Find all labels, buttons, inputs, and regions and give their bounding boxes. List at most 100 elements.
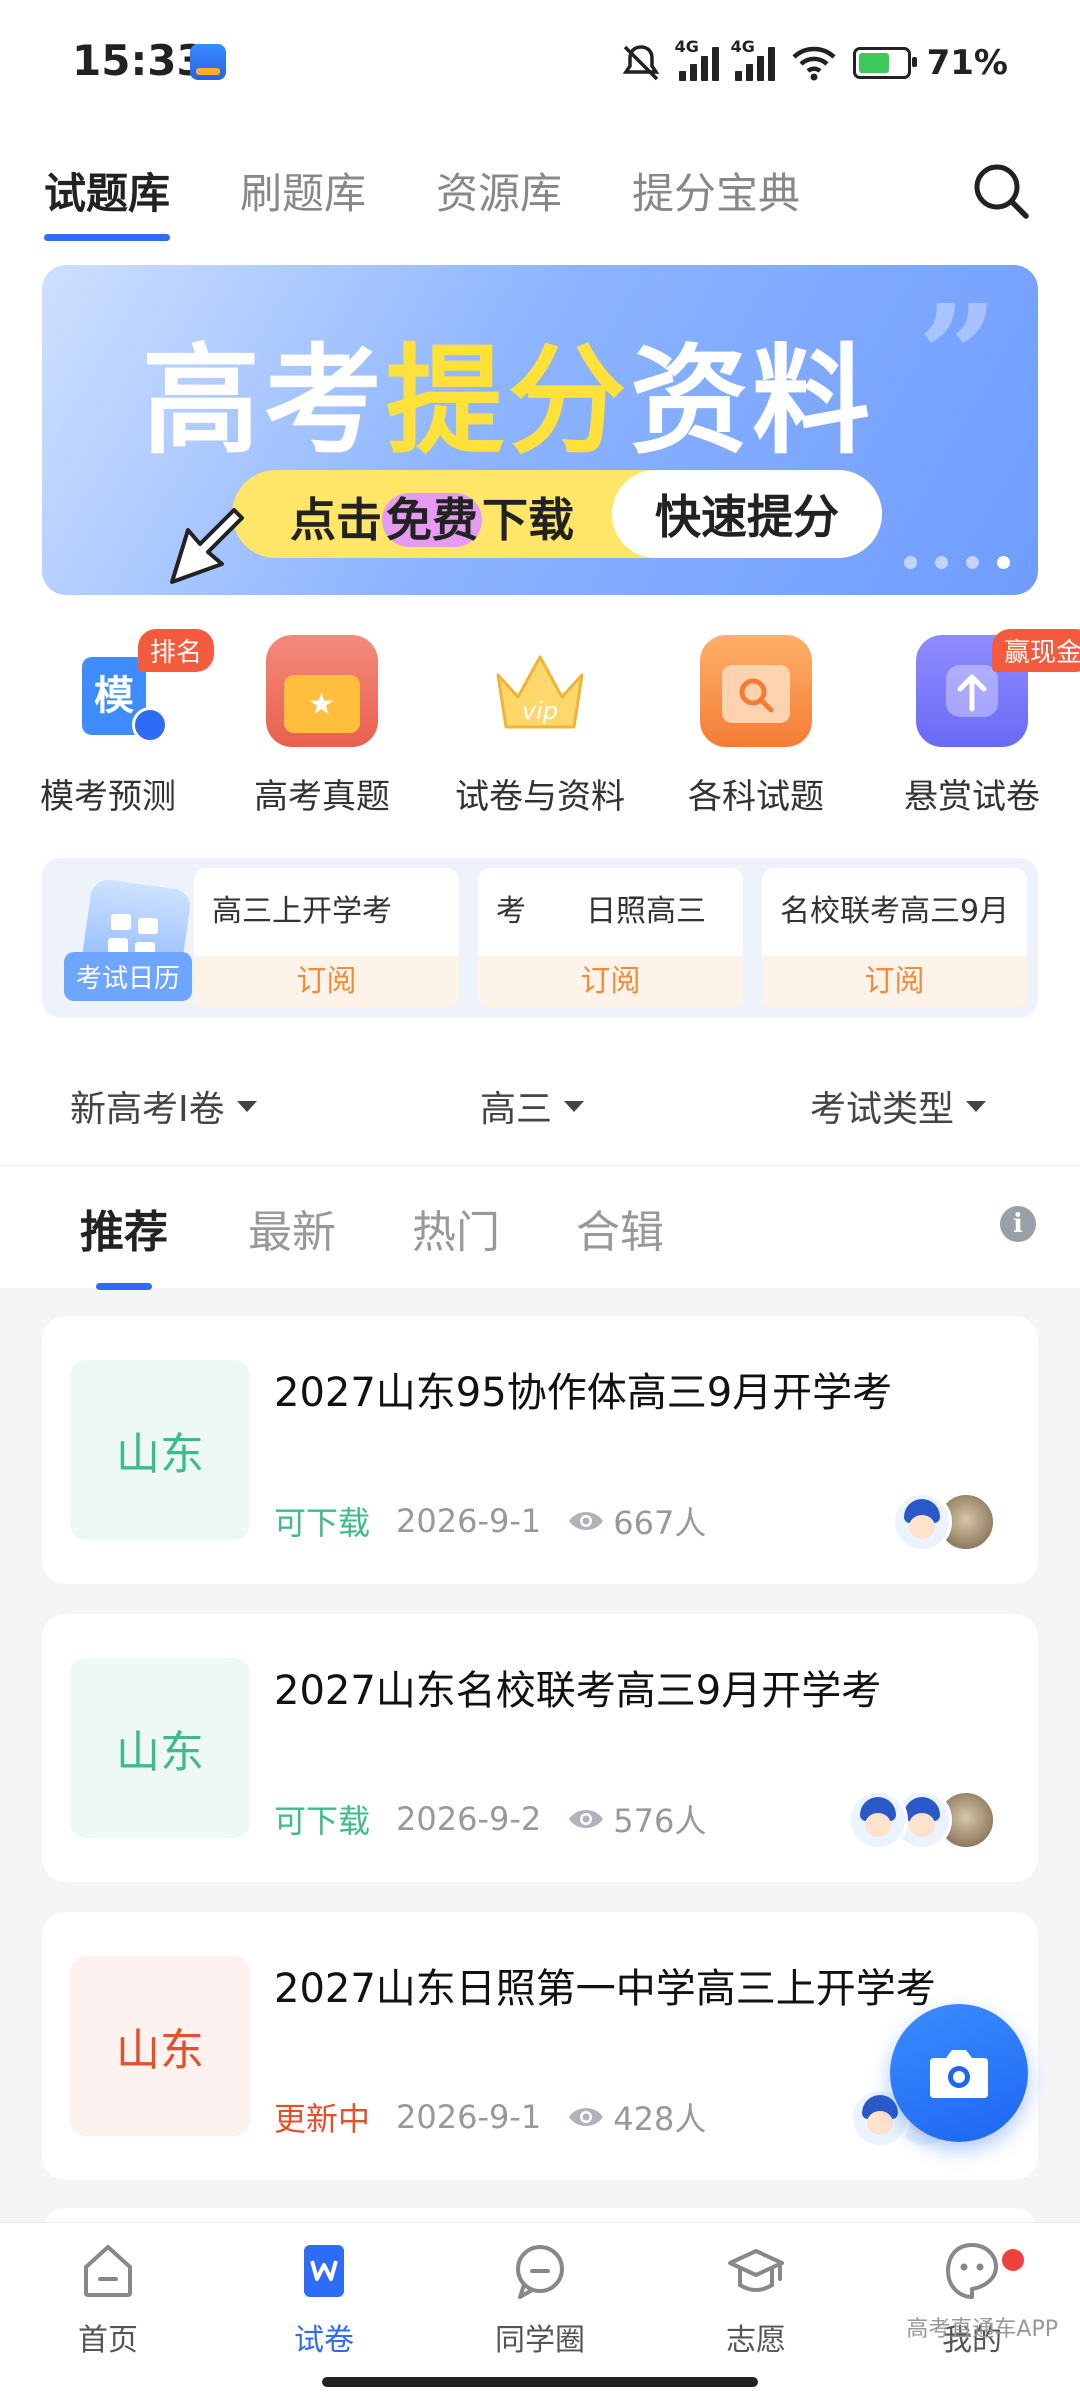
paper-card[interactable]: 山东 2027山东95协作体高三9月开学考 可下载 2026-9-1 667人: [42, 1316, 1038, 1584]
bottom-nav: 首页 试卷 同学圈 志愿 我的 高考直通车APP: [0, 2222, 1080, 2401]
paper-title: 2027山东日照第一中学高三上开学考: [274, 1966, 936, 2012]
filter-exam-region[interactable]: 新高考Ⅰ卷: [70, 1080, 257, 1132]
banner-download-pill[interactable]: 点击免费下载 快速提分: [232, 470, 882, 558]
paper-card[interactable]: 山东 2027山东名校联考高三9月开学考 可下载 2026-9-2 576人: [42, 1614, 1038, 1882]
eye-icon: [569, 1810, 604, 1828]
signal-icon-2: 4G: [731, 37, 775, 81]
paper-date: 2026-9-2: [396, 1800, 542, 1838]
tab-resource-bank[interactable]: 资源库: [436, 160, 562, 241]
quick-item-subjects[interactable]: 各科试题: [656, 635, 856, 818]
calendar-icon[interactable]: 考试日历: [56, 866, 206, 1011]
watermark: 高考直通车APP: [906, 2317, 1058, 2342]
paper-views: 667人: [613, 1504, 707, 1542]
rank-badge: 排名: [138, 629, 215, 672]
camera-search-button[interactable]: [890, 2004, 1028, 2142]
paper-status: 可下载: [274, 1802, 371, 1840]
paper-card[interactable]: 山东 2027山东日照第一中学高三上开学考 更新中 2026-9-1 428人: [42, 1912, 1038, 2180]
quick-item-reward[interactable]: 赢现金 悬赏试卷: [872, 629, 1080, 818]
battery-icon: [852, 47, 917, 79]
nav-label: 同学圈: [495, 2323, 585, 2358]
avatar: [848, 1790, 908, 1850]
paper-status: 可下载: [274, 1504, 371, 1542]
caret-down-icon: [966, 1100, 987, 1112]
province-tag: 山东: [70, 1360, 250, 1540]
tab-recommended[interactable]: 推荐: [80, 1196, 168, 1290]
tab-collection[interactable]: 合辑: [576, 1196, 664, 1260]
paper-meta: 可下载 2026-9-2 576人: [274, 1796, 706, 1842]
calendar-card[interactable]: 考 日照高三 订阅: [478, 868, 743, 1008]
tab-practice-bank[interactable]: 刷题库: [240, 160, 366, 241]
paper-views: 576人: [613, 1802, 707, 1840]
calendar-card-title: 考 日照高三: [496, 894, 706, 929]
avatar: [892, 1492, 952, 1552]
signal-icon-1: 4G: [675, 37, 719, 81]
quote-decoration: ”: [917, 275, 998, 439]
quick-item-real-exam[interactable]: ★ 高考真题: [222, 635, 422, 818]
banner-title: 高考提分资料: [142, 332, 875, 470]
cash-badge: 赢现金: [992, 629, 1080, 672]
content-tabs: 推荐 最新 热门 合辑 i: [0, 1166, 1080, 1290]
paper-status: 更新中: [274, 2100, 371, 2138]
quick-label-mock: 模考预测: [40, 777, 176, 817]
mute-icon: [622, 45, 659, 81]
banner-pagination: [904, 556, 1010, 569]
paper-views: 428人: [613, 2100, 707, 2138]
info-icon[interactable]: i: [1000, 1206, 1036, 1242]
subscribe-button[interactable]: 订阅: [762, 956, 1027, 1008]
filter-bar: 新高考Ⅰ卷 高三 考试类型: [0, 1040, 1080, 1166]
nav-label: 试卷: [294, 2323, 354, 2358]
paper-title: 2027山东名校联考高三9月开学考: [274, 1668, 882, 1714]
calendar-card[interactable]: 高三上开学考 订阅: [194, 868, 459, 1008]
top-tabs: 试题库 刷题库 资源库 提分宝典: [44, 160, 870, 241]
calendar-card[interactable]: 名校联考高三9月 订阅: [762, 868, 1027, 1008]
nav-home[interactable]: 首页: [28, 2241, 188, 2359]
real-exam-icon: ★: [266, 635, 378, 747]
exam-calendar: 考试日历 高三上开学考 订阅 考 日照高三 订阅 名校联考高三9月 订阅: [42, 858, 1038, 1018]
tab-score-guide[interactable]: 提分宝典: [632, 160, 800, 241]
quick-item-mock[interactable]: 模 排名 模考预测: [8, 629, 215, 818]
notification-dot: [1002, 2249, 1024, 2271]
quick-label-papers: 试卷与资料: [455, 777, 625, 817]
nav-classmates[interactable]: 同学圈: [460, 2241, 620, 2359]
nav-papers[interactable]: 试卷: [244, 2241, 404, 2359]
camera-icon: [930, 2050, 988, 2098]
status-bar: 15:33 4G 4G 71%: [0, 0, 1080, 120]
app-notification-icon: [190, 44, 226, 80]
paper-icon: [304, 2245, 344, 2297]
tab-hot[interactable]: 热门: [412, 1196, 500, 1260]
status-icons: 4G 4G 71%: [619, 37, 1008, 88]
province-tag: 山东: [70, 1956, 250, 2136]
subscribe-button[interactable]: 订阅: [478, 956, 743, 1008]
province-tag: 山东: [70, 1658, 250, 1838]
calendar-card-title: 名校联考高三9月: [780, 894, 1010, 929]
eye-icon: [569, 1512, 604, 1530]
tab-latest[interactable]: 最新: [248, 1196, 336, 1260]
nav-label: 首页: [78, 2323, 138, 2358]
cursor-icon: [170, 508, 244, 584]
quick-item-papers[interactable]: vip 试卷与资料: [440, 635, 640, 818]
nav-volunteer[interactable]: 志愿: [676, 2241, 836, 2359]
search-folder-icon: [700, 635, 812, 747]
crown-vip-icon: vip: [484, 635, 596, 747]
paper-meta: 可下载 2026-9-1 667人: [274, 1498, 706, 1544]
paper-date: 2026-9-1: [396, 1502, 542, 1540]
filter-exam-type[interactable]: 考试类型: [810, 1080, 987, 1132]
paper-date: 2026-9-1: [396, 2098, 542, 2136]
avatar-group: [892, 1492, 996, 1552]
upload-icon: 赢现金: [916, 629, 1080, 747]
tab-question-bank[interactable]: 试题库: [44, 160, 171, 241]
filter-grade[interactable]: 高三: [480, 1080, 585, 1132]
profile-face-icon: [946, 2243, 998, 2299]
paper-title: 2027山东95协作体高三9月开学考: [274, 1370, 893, 1416]
home-icon: [84, 2245, 132, 2297]
caret-down-icon: [236, 1100, 257, 1112]
promo-banner[interactable]: ” 高考提分资料 点击免费下载 快速提分: [42, 265, 1038, 595]
subscribe-button[interactable]: 订阅: [194, 956, 459, 1008]
calendar-label: 考试日历: [64, 952, 193, 1001]
battery-percent: 71%: [926, 43, 1008, 83]
paper-meta: 更新中 2026-9-1 428人: [274, 2094, 706, 2140]
search-icon[interactable]: [970, 160, 1032, 222]
graduation-cap-icon: [728, 2249, 784, 2292]
quick-label-subjects: 各科试题: [688, 777, 824, 817]
home-indicator[interactable]: [322, 2377, 758, 2387]
